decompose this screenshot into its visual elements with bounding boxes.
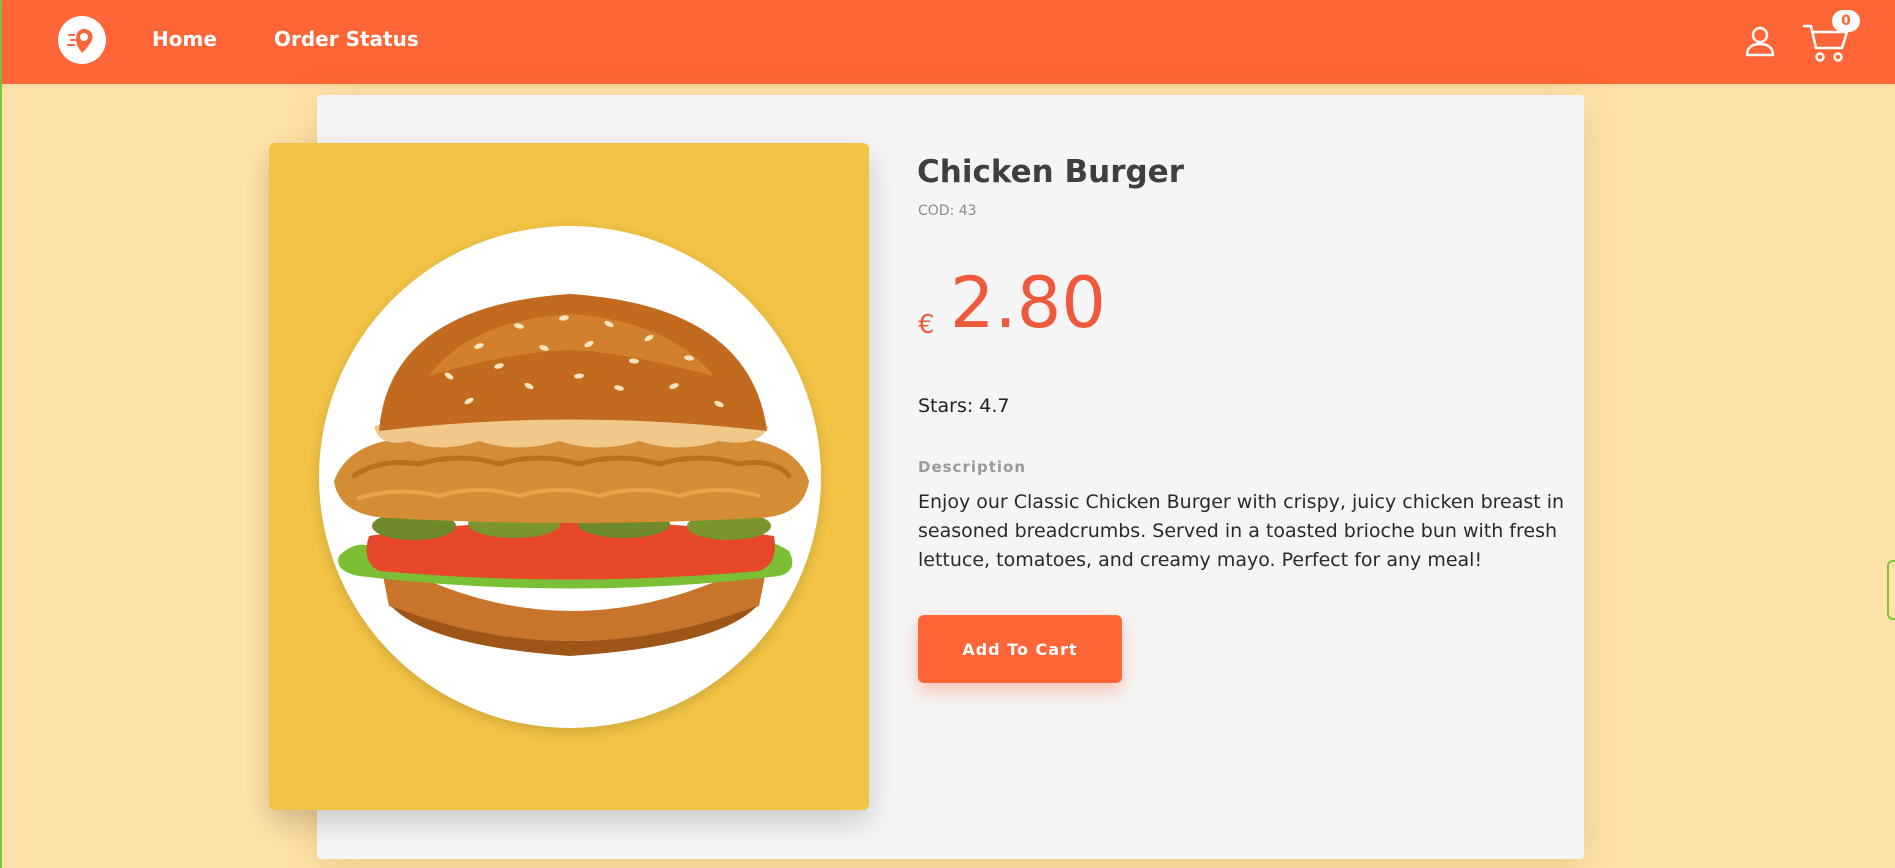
product-image-panel <box>269 143 869 810</box>
nav-order-status-link[interactable]: Order Status <box>274 27 419 51</box>
page-edge <box>0 0 2 868</box>
user-icon[interactable] <box>1742 24 1778 60</box>
delivery-logo-icon <box>67 29 93 53</box>
chicken-burger-image <box>334 294 809 656</box>
product-image <box>319 226 821 728</box>
nav-home-link[interactable]: Home <box>152 27 217 51</box>
logo[interactable] <box>58 16 106 64</box>
side-tab[interactable] <box>1887 560 1895 620</box>
product-code: COD: 43 <box>918 203 977 219</box>
product-title: Chicken Burger <box>917 154 1184 190</box>
cart-count-badge[interactable]: 0 <box>1832 10 1860 32</box>
price-currency: € <box>918 310 935 340</box>
product-stars: Stars: 4.7 <box>918 395 1010 417</box>
price-value: 2.80 <box>950 262 1106 344</box>
add-to-cart-button[interactable]: Add To Cart <box>918 615 1122 683</box>
description-label: Description <box>918 458 1027 476</box>
description-text: Enjoy our Classic Chicken Burger with cr… <box>918 491 1565 571</box>
navbar: Home Order Status 0 <box>2 0 1895 84</box>
